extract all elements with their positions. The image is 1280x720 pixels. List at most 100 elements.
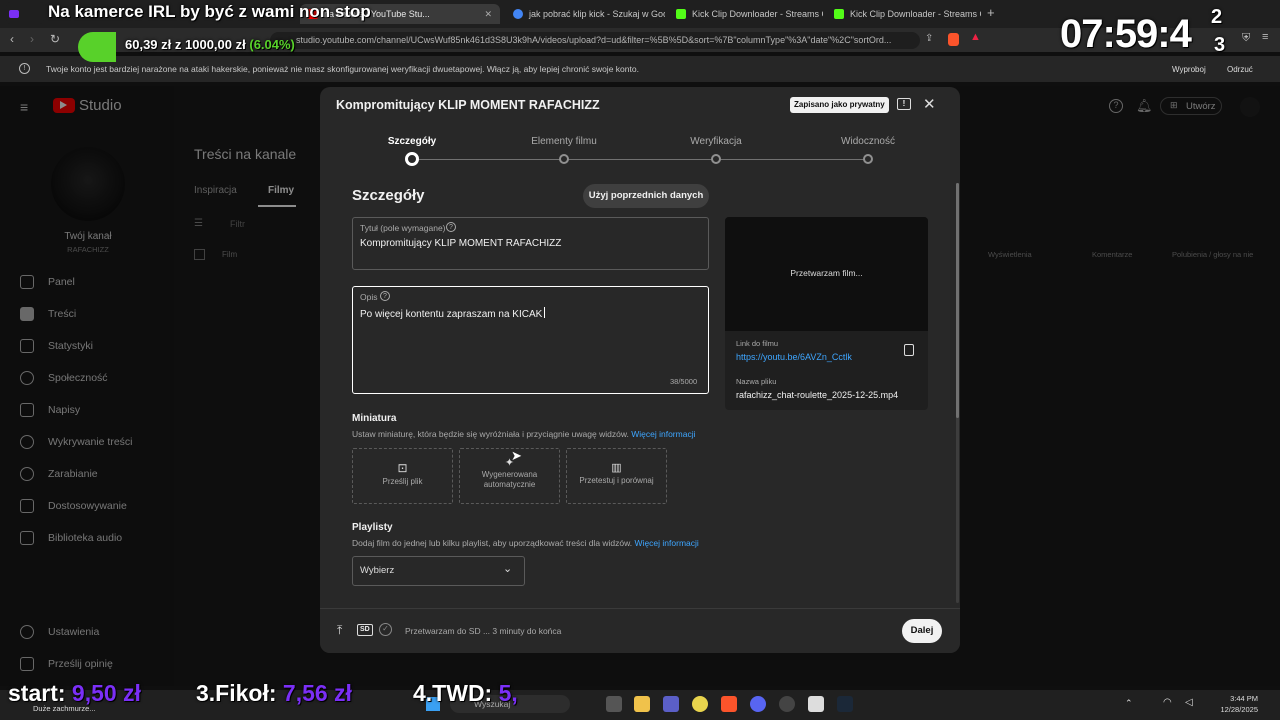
description-input[interactable]: Po więcej kontentu zapraszam na KICAK [360,307,546,320]
obs-icon[interactable] [779,696,795,712]
goal-progress-bar [78,32,116,62]
title-field-label: Tytuł (pole wymagane) [360,223,446,233]
test-compare-button[interactable]: ▥ Przetestuj i porównaj [566,448,667,504]
leaderboard-label: 4.TWD: [413,680,493,706]
option-label: Prześlij plik [382,477,423,486]
reuse-details-button[interactable]: Użyj poprzednich danych [583,184,709,208]
new-tab-button[interactable]: + [987,5,995,20]
menu-icon[interactable]: ≡ [1262,31,1268,43]
brave-shield-icon[interactable] [948,33,959,46]
step-checks[interactable]: Weryfikacja [661,136,771,147]
next-button[interactable]: Dalej [902,619,942,643]
clock-digit-bottom: 3 [1214,34,1226,56]
info-icon: ! [19,63,30,74]
playlists-description: Dodaj film do jednej lub kilku playlist,… [352,538,699,548]
steam-icon[interactable] [837,696,853,712]
dialog-title: Kompromitujący KLIP MOMENT RAFACHIZZ [336,98,600,112]
tab-label: Kick Clip Downloader - Streams Cha [850,9,981,19]
close-tab-icon[interactable]: ✕ [484,9,492,20]
video-preview-card: Przetwarzam film... Link do filmu https:… [725,217,928,410]
option-label: Przetestuj i porównaj [579,476,654,485]
leaderboard-entry: 4.TWD: 5, [413,680,518,707]
leaderboard-amount: 7,56 zł [282,680,352,706]
wifi-icon[interactable]: ◠ [1163,697,1172,708]
processing-text: Przetwarzam film... [790,268,863,278]
stepper-line [411,159,867,160]
close-icon[interactable]: ✕ [923,95,936,113]
leaderboard-amount: 9,50 zł [71,680,141,706]
playlist-select-value: Wybierz [360,565,395,576]
share-icon[interactable]: ⇪ [925,33,933,44]
video-link-label: Link do filmu [736,339,779,348]
google-favicon-icon [513,9,523,19]
goal-connector: z [174,37,182,52]
file-explorer-icon[interactable] [634,696,650,712]
description-field-label: Opis [360,292,378,302]
step-details[interactable]: Szczegóły [357,136,467,147]
warning-text: Twoje konto jest bardziej narażone na at… [46,64,639,74]
app-icon[interactable] [808,696,824,712]
taskbar-time[interactable]: 3:44 PM [1222,694,1258,703]
step-video-elements[interactable]: Elementy filmu [509,136,619,147]
upload-icon: ⤒ [337,623,343,637]
chevron-up-icon[interactable]: ⌃ [1125,698,1133,709]
help-icon[interactable]: ? [380,291,390,301]
upload-thumbnail-button[interactable]: ⊡ Prześlij plik [352,448,453,504]
upload-dialog: Kompromitujący KLIP MOMENT RAFACHIZZ Zap… [320,87,960,653]
stream-title: Na kamerce IRL by być z wami non stop [48,2,371,21]
forward-icon[interactable]: › [30,32,34,46]
browser-tab[interactable]: Kick Clip Downloader - Streams Cha [668,4,823,24]
back-icon[interactable]: ‹ [10,32,14,46]
thumbnail-more-link[interactable]: Więcej informacji [631,429,695,439]
goal-percent: (6.04%) [249,37,295,52]
address-bar[interactable]: studio.youtube.com/channel/UCwsWuf85nk46… [270,32,920,49]
step-dot [863,154,873,164]
reload-icon[interactable]: ↻ [50,32,60,46]
filename-label: Nazwa pliku [736,377,777,386]
discord-icon[interactable] [750,696,766,712]
title-input[interactable]: Kompromitujący KLIP MOMENT RAFACHIZZ [360,238,561,249]
kick-favicon-icon [676,9,686,19]
feedback-icon[interactable]: ! [897,98,911,110]
scrollbar-thumb[interactable] [956,183,959,418]
step-dot [711,154,721,164]
step-dot [559,154,569,164]
thumbnail-subtitle: Ustaw miniaturę, która będzie się wyróżn… [352,429,629,439]
teams-icon[interactable] [663,696,679,712]
clock-digit-top: 2 [1211,6,1223,28]
taskbar-date[interactable]: 12/28/2025 [1214,705,1258,714]
filename: rafachizz_chat-roulette_2025-12-25.mp4 [736,390,899,400]
browser-tab[interactable]: Kick Clip Downloader - Streams Cha [826,4,981,24]
tab-label: jak pobrać klip kick - Szukaj w Goog [529,9,665,19]
brave-rewards-icon[interactable]: ▲ [970,31,981,43]
sparkle-icon: ✦ [504,457,515,469]
app-icon[interactable] [692,696,708,712]
volume-icon[interactable]: ◁ [1185,697,1193,708]
wallet-icon[interactable]: ⛨ [1242,32,1250,45]
video-link[interactable]: https://youtu.be/6AVZn_Cctlk [736,352,852,362]
dismiss-button[interactable]: Odrzuć [1227,65,1253,74]
help-icon[interactable]: ? [446,222,456,232]
playlists-more-link[interactable]: Więcej informacji [635,538,699,548]
twitch-icon [9,10,19,18]
leaderboard-entry: start: 9,50 zł [8,680,141,707]
brave-icon[interactable] [721,696,737,712]
description-field[interactable] [352,286,709,394]
text-cursor [544,307,546,318]
character-counter: 38/5000 [670,377,698,386]
goal-target: 1000,00 zł [185,37,246,52]
playlists-subtitle: Dodaj film do jednej lub kilku playlist,… [352,538,633,548]
stream-clock: 07:59:4 [1060,12,1192,56]
copy-icon[interactable] [904,344,914,356]
check-circle-icon: ✓ [379,623,392,636]
step-visibility[interactable]: Widoczność [813,136,923,147]
chevron-down-icon: ⌄ [503,563,513,575]
kick-favicon-icon [834,9,844,19]
donation-goal: 60,39 zł z 1000,00 zł (6.04%) [125,37,295,52]
task-view-icon[interactable] [606,696,622,712]
option-label: Wygenerowana automatycznie [481,470,538,489]
browser-tab[interactable]: jak pobrać klip kick - Szukaj w Goog [505,4,665,24]
image-upload-icon: ⊡ [397,461,408,475]
try-button[interactable]: Wyproboj [1172,65,1206,74]
auto-generated-thumbnail-button[interactable]: ✦ Wygenerowana automatycznie [459,448,560,504]
